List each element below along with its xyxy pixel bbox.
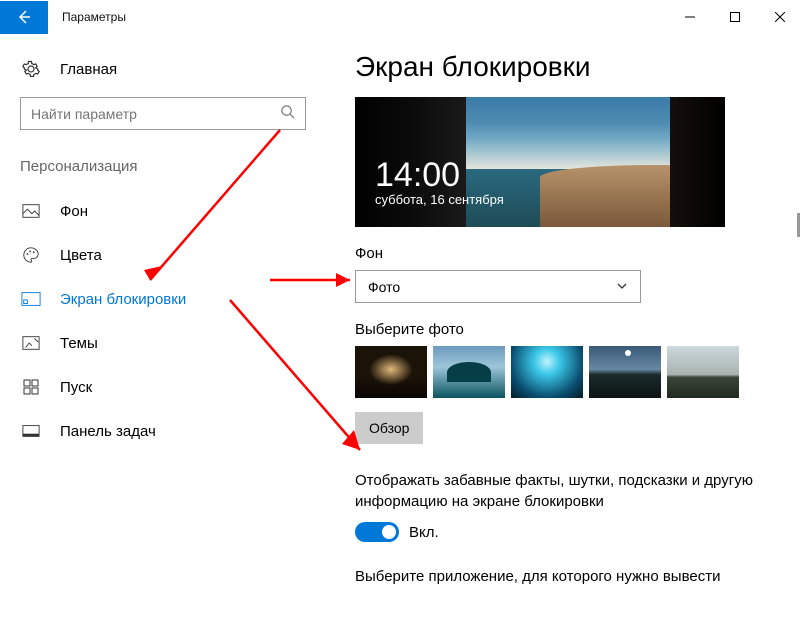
search-input[interactable] (31, 106, 280, 122)
sidebar-item-label: Экран блокировки (60, 291, 186, 308)
sidebar-item-label: Фон (60, 203, 88, 220)
sidebar-item-lockscreen[interactable]: Экран блокировки (20, 277, 305, 321)
lockscreen-icon (20, 291, 42, 307)
sidebar-item-label: Панель задач (60, 423, 156, 440)
preview-time: 14:00 (375, 158, 504, 192)
start-icon (20, 379, 42, 395)
sidebar-item-colors[interactable]: Цвета (20, 233, 305, 277)
photo-thumb-2[interactable] (433, 346, 505, 398)
main-content: Экран блокировки 14:00 суббота, 16 сентя… (325, 33, 802, 635)
photo-thumbnails (355, 346, 802, 398)
search-icon (280, 104, 295, 124)
fun-facts-label: Отображать забавные факты, шутки, подска… (355, 470, 755, 512)
sidebar-home[interactable]: Главная (20, 51, 305, 87)
search-box[interactable] (20, 97, 306, 130)
back-button[interactable] (0, 1, 48, 34)
close-button[interactable] (757, 1, 802, 34)
dropdown-value: Фото (368, 279, 400, 295)
background-label: Фон (355, 245, 802, 262)
minimize-button[interactable] (667, 1, 712, 34)
sidebar: Главная Персонализация Фон Цвета Экран б… (0, 33, 325, 635)
arrow-left-icon (16, 9, 32, 25)
sidebar-home-label: Главная (60, 61, 117, 78)
scrollbar-thumb[interactable] (797, 213, 800, 237)
background-dropdown[interactable]: Фото (355, 270, 641, 303)
gear-icon (20, 60, 42, 78)
sidebar-item-label: Темы (60, 335, 98, 352)
browse-button[interactable]: Обзор (355, 412, 423, 444)
sidebar-group-title: Персонализация (20, 158, 305, 175)
toggle-label: Вкл. (409, 524, 439, 541)
themes-icon (20, 335, 42, 351)
window-title: Параметры (62, 10, 667, 24)
photo-thumb-3[interactable] (511, 346, 583, 398)
photo-thumb-4[interactable] (589, 346, 661, 398)
sidebar-item-background[interactable]: Фон (20, 189, 305, 233)
sidebar-item-themes[interactable]: Темы (20, 321, 305, 365)
choose-app-label: Выберите приложение, для которого нужно … (355, 568, 755, 585)
preview-date: суббота, 16 сентября (375, 192, 504, 207)
sidebar-item-start[interactable]: Пуск (20, 365, 305, 409)
choose-photo-label: Выберите фото (355, 321, 802, 338)
page-title: Экран блокировки (355, 51, 802, 83)
taskbar-icon (20, 424, 42, 438)
lockscreen-preview: 14:00 суббота, 16 сентября (355, 97, 725, 227)
photo-thumb-5[interactable] (667, 346, 739, 398)
window-controls (667, 1, 802, 34)
fun-facts-toggle[interactable] (355, 522, 399, 542)
title-bar: Параметры (0, 0, 802, 33)
sidebar-item-label: Цвета (60, 247, 102, 264)
sidebar-item-label: Пуск (60, 379, 92, 396)
palette-icon (20, 246, 42, 264)
sidebar-item-taskbar[interactable]: Панель задач (20, 409, 305, 453)
picture-icon (20, 203, 42, 219)
photo-thumb-1[interactable] (355, 346, 427, 398)
maximize-button[interactable] (712, 1, 757, 34)
chevron-down-icon (616, 279, 628, 295)
